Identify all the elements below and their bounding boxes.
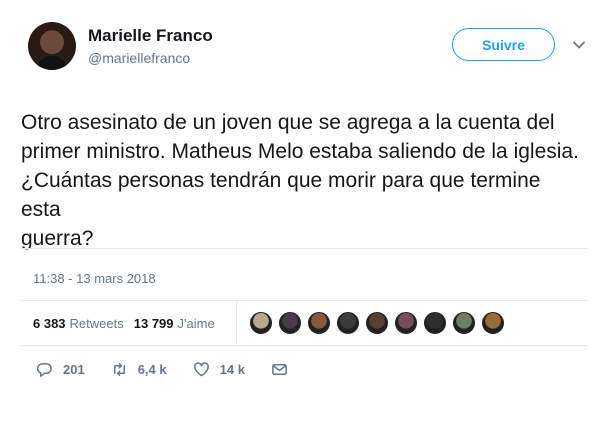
tweet-actions: 201 6,4 k 14 k xyxy=(36,361,314,378)
liker-avatar[interactable] xyxy=(307,311,331,335)
likes-label[interactable]: J'aime xyxy=(178,316,215,331)
tweet-text: Otro asesinato de un joven que se agrega… xyxy=(21,108,581,253)
liker-avatar[interactable] xyxy=(452,311,476,335)
reply-count: 201 xyxy=(63,362,85,377)
chevron-down-icon[interactable] xyxy=(572,38,586,52)
author-name[interactable]: Marielle Franco xyxy=(88,26,213,46)
likes-count[interactable]: 13 799 xyxy=(134,316,174,331)
reply-button[interactable]: 201 xyxy=(36,361,85,378)
tweet-line: Otro asesinato de un joven que se agrega… xyxy=(21,111,555,134)
retweets-count[interactable]: 6 383 xyxy=(33,316,66,331)
author-avatar[interactable] xyxy=(28,22,76,70)
retweet-count: 6,4 k xyxy=(137,362,167,377)
like-count: 14 k xyxy=(219,362,245,377)
author-handle[interactable]: @mariellefranco xyxy=(88,50,190,66)
liker-avatar[interactable] xyxy=(365,311,389,335)
retweet-button[interactable]: 6,4 k xyxy=(111,361,167,378)
heart-icon xyxy=(193,362,209,377)
tweet-stats: 6 383 Retweets 13 799 J'aime xyxy=(33,316,225,331)
divider xyxy=(21,300,588,301)
retweets-label[interactable]: Retweets xyxy=(70,316,124,331)
liker-avatar[interactable] xyxy=(336,311,360,335)
reply-icon xyxy=(36,363,52,377)
retweet-icon xyxy=(113,363,125,376)
stats-separator xyxy=(236,300,237,344)
tweet-line: ¿Cuántas personas tendrán que morir para… xyxy=(21,169,541,221)
liker-avatar[interactable] xyxy=(394,311,418,335)
envelope-icon xyxy=(272,364,287,375)
liker-avatar[interactable] xyxy=(249,311,273,335)
liker-avatar[interactable] xyxy=(278,311,302,335)
tweet-line: primer ministro. Matheus Melo estaba sal… xyxy=(21,140,579,163)
divider xyxy=(21,345,588,346)
tweet-timestamp[interactable]: 11:38 - 13 mars 2018 xyxy=(33,271,156,286)
liker-avatar[interactable] xyxy=(481,311,505,335)
like-button[interactable]: 14 k xyxy=(193,361,245,378)
direct-message-button[interactable] xyxy=(271,361,288,378)
liker-avatar[interactable] xyxy=(423,311,447,335)
follow-button[interactable]: Suivre xyxy=(452,28,555,61)
divider xyxy=(21,248,588,249)
liker-avatars xyxy=(249,311,510,335)
